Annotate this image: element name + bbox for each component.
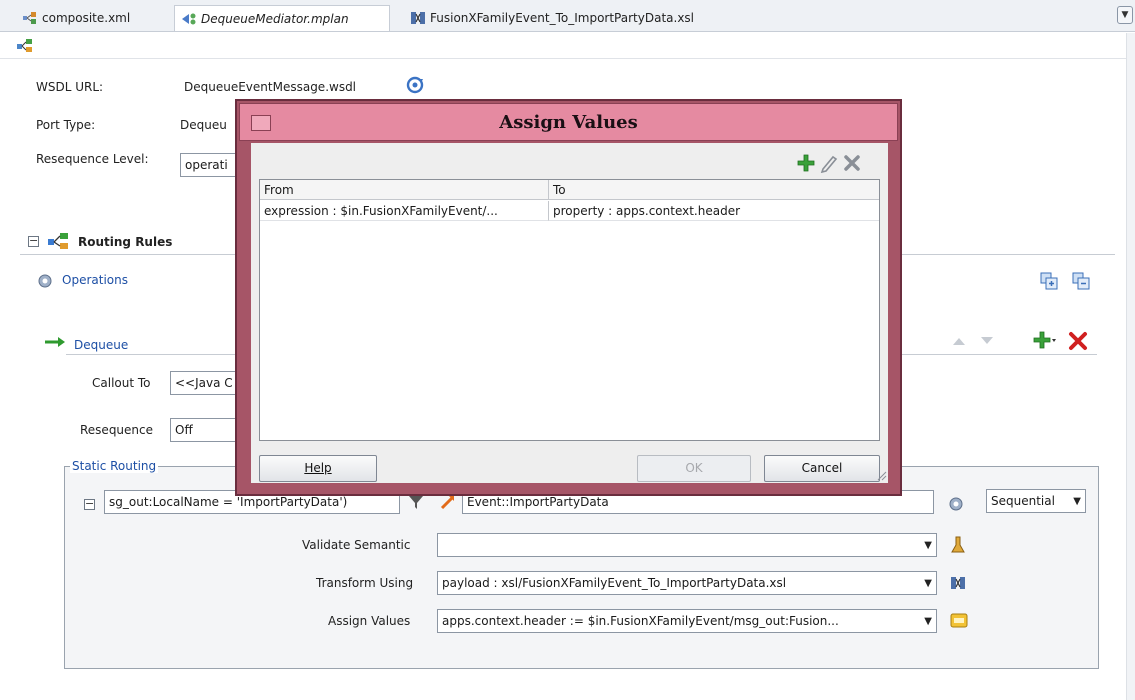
mediator-icon [182, 13, 196, 24]
validate-semantic-label: Validate Semantic [302, 538, 411, 552]
delete-rule-icon[interactable] [1068, 331, 1088, 351]
chevron-down-icon: ▼ [924, 616, 932, 627]
resequence-level-label: Resequence Level: [36, 152, 149, 166]
operations-link[interactable]: Operations [62, 273, 128, 287]
collapse-routing-rules-toggle[interactable]: − [28, 235, 39, 247]
tab-label: composite.xml [42, 11, 131, 25]
tab-dequeue-mediator[interactable]: DequeueMediator.mplan [174, 5, 390, 31]
help-button[interactable]: Help [259, 455, 377, 482]
execution-mode-value: Sequential [991, 494, 1055, 508]
assign-values-dialog: Assign Values From To expression : $in.F… [235, 99, 902, 496]
filter-icon[interactable] [408, 494, 424, 510]
cancel-button-label: Cancel [801, 461, 843, 475]
refresh-wsdl-icon[interactable] [405, 76, 425, 94]
divider [66, 354, 236, 355]
cell-from: expression : $in.FusionXFamilyEvent/... [260, 201, 549, 221]
collapse-all-icon[interactable] [1072, 272, 1090, 290]
move-down-icon[interactable] [980, 336, 994, 346]
validation-icon[interactable] [950, 535, 966, 555]
assign-values-value: apps.context.header := $in.FusionXFamily… [442, 614, 839, 628]
mediator-toolbar [0, 33, 1135, 59]
chevron-down-icon: ▼ [924, 540, 932, 551]
chevron-down-icon: ▼ [924, 578, 932, 589]
expand-all-icon[interactable] [1040, 272, 1058, 290]
ok-button-label: OK [685, 461, 703, 475]
divider [902, 354, 1097, 355]
resequence-value: Off [175, 423, 193, 437]
tab-composite[interactable]: composite.xml [16, 5, 166, 31]
transform-using-label: Transform Using [316, 576, 414, 590]
table-row[interactable]: expression : $in.FusionXFamilyEvent/... … [260, 201, 879, 221]
wsdl-url-label: WSDL URL: [36, 80, 104, 94]
move-up-icon[interactable] [952, 336, 966, 346]
assign-values-label: Assign Values [328, 614, 411, 628]
port-type-label: Port Type: [36, 118, 96, 132]
editor-scrollbar[interactable] [1126, 33, 1135, 700]
transform-using-value: payload : xsl/FusionXFamilyEvent_To_Impo… [442, 576, 787, 590]
tab-list-dropdown[interactable]: ▼ [1117, 6, 1133, 24]
routing-rules-title: Routing Rules [78, 235, 173, 249]
ok-button[interactable]: OK [637, 455, 751, 482]
wsdl-url-value: DequeueEventMessage.wsdl [184, 80, 357, 94]
resequence-select[interactable]: Off [170, 418, 236, 442]
port-type-value: Dequeu [180, 118, 227, 132]
dialog-title-bar[interactable]: Assign Values [239, 103, 898, 141]
column-header-to[interactable]: To [549, 180, 879, 200]
dequeue-operation-link[interactable]: Dequeue [74, 338, 128, 352]
resequence-level-select[interactable]: operati [180, 153, 240, 177]
help-button-label: Help [304, 461, 332, 475]
gear-icon[interactable] [948, 496, 964, 512]
resequence-label: Resequence [80, 423, 154, 437]
resize-grip-icon[interactable] [877, 471, 887, 481]
callout-value: <<Java C [175, 376, 233, 390]
tab-xsl-map[interactable]: FusionXFamilyEvent_To_ImportPartyData.xs… [404, 5, 764, 31]
transform-using-select[interactable]: payload : xsl/FusionXFamilyEvent_To_Impo… [437, 571, 937, 595]
routing-rules-icon [48, 233, 68, 249]
execution-mode-select[interactable]: Sequential ▼ [986, 489, 1086, 513]
delete-icon[interactable] [842, 153, 862, 173]
routing-rules-icon[interactable] [16, 38, 34, 54]
dialog-title: Assign Values [499, 112, 638, 133]
cancel-button[interactable]: Cancel [764, 455, 880, 482]
xsl-map-icon [411, 12, 425, 24]
add-icon[interactable] [796, 153, 816, 173]
target-arrow-icon [440, 496, 454, 510]
column-header-from[interactable]: From [260, 180, 549, 200]
filter-expression-value: sg_out:LocalName = 'ImportPartyData') [109, 495, 348, 509]
editor-tab-bar: composite.xml DequeueMediator.mplan Fusi… [0, 0, 1135, 32]
edit-icon[interactable] [819, 153, 839, 173]
assign-values-select[interactable]: apps.context.header := $in.FusionXFamily… [437, 609, 937, 633]
assign-values-icon[interactable] [950, 612, 968, 630]
gear-icon [38, 274, 52, 288]
chevron-down-icon: ▼ [1073, 496, 1081, 507]
resequence-level-value: operati [185, 158, 228, 172]
validate-semantic-select[interactable]: ▼ [437, 533, 937, 557]
callout-label: Callout To [92, 376, 151, 390]
tab-label: DequeueMediator.mplan [201, 11, 349, 26]
add-rule-icon[interactable] [1032, 330, 1058, 352]
cell-to: property : apps.context.header [549, 201, 879, 221]
xsl-map-icon[interactable] [950, 575, 966, 591]
tab-label: FusionXFamilyEvent_To_ImportPartyData.xs… [430, 11, 694, 25]
dialog-system-menu-button[interactable] [251, 115, 271, 131]
dialog-body: From To expression : $in.FusionXFamilyEv… [251, 143, 888, 483]
collapse-route-toggle[interactable]: − [84, 498, 95, 510]
right-arrow-icon [45, 337, 65, 347]
composite-icon [23, 12, 36, 24]
assignments-table: From To expression : $in.FusionXFamilyEv… [259, 179, 880, 441]
target-service-value: Event::ImportPartyData [467, 495, 609, 509]
static-routing-title: Static Routing [70, 459, 159, 473]
callout-field[interactable]: <<Java C [170, 371, 236, 395]
